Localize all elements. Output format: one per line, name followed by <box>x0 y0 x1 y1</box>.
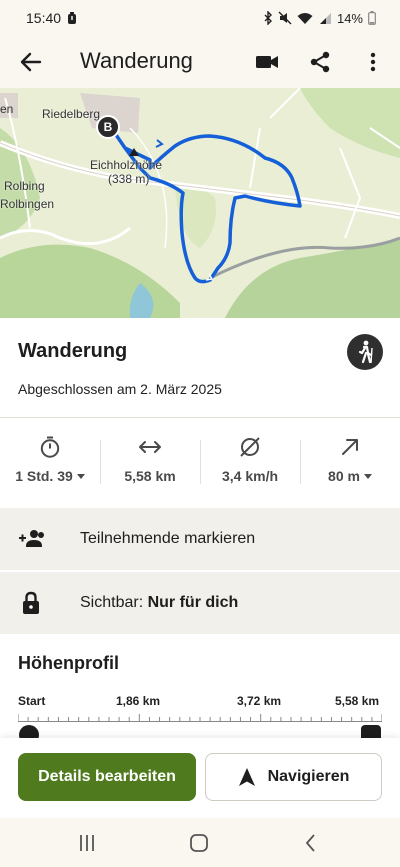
share-icon[interactable] <box>308 50 332 74</box>
status-time: 15:40 <box>26 10 62 26</box>
duration-value: 1 Std. 39 <box>15 468 73 484</box>
more-icon[interactable] <box>361 50 385 74</box>
ascent-stat[interactable]: 80 m <box>300 436 400 494</box>
home-icon[interactable] <box>188 832 210 854</box>
tag-participants-label: Teilnehmende markieren <box>80 530 256 547</box>
axis-label-start: Start <box>18 694 46 708</box>
tour-completed-date: Abgeschlossen am 2. März 2025 <box>18 381 222 397</box>
tour-stats: 1 Std. 39 5,58 km 3,4 km/h 80 m <box>0 436 400 494</box>
wifi-icon <box>297 12 313 24</box>
map-label-elevation: (338 m) <box>108 172 150 186</box>
visibility-row[interactable]: Sichtbar: Nur für dich <box>0 572 400 634</box>
page-title: Wanderung <box>80 48 193 73</box>
distance-stat: 5,58 km <box>100 436 200 494</box>
navigation-arrow-icon <box>238 768 255 786</box>
status-bar: 15:40 14% <box>0 0 400 36</box>
route-end-marker: B <box>96 115 120 139</box>
map-canvas <box>0 88 400 318</box>
add-person-icon <box>19 530 44 547</box>
back-nav-icon[interactable] <box>300 832 322 854</box>
map-label-edge: en <box>0 102 14 116</box>
navigate-button[interactable]: Navigieren <box>205 753 382 801</box>
speed-value: 3,4 km/h <box>221 468 279 484</box>
back-icon[interactable] <box>18 49 44 75</box>
sport-type-button[interactable] <box>347 334 383 370</box>
tag-participants-row[interactable]: Teilnehmende markieren <box>0 508 400 570</box>
speed-stat: 3,4 km/h <box>200 436 300 494</box>
navigate-label: Navigieren <box>267 768 350 785</box>
chevron-down-icon <box>76 473 85 479</box>
route-end-marker-label: B <box>103 120 113 134</box>
video-icon[interactable] <box>255 50 279 74</box>
mute-icon <box>278 11 292 25</box>
distance-arrows-icon <box>139 441 161 453</box>
axis-label-3: 5,58 km <box>335 694 380 708</box>
map-label-rolbingen: Rolbingen <box>0 197 55 211</box>
battery-icon <box>368 11 376 25</box>
bottom-action-bar: Details bearbeiten Navigieren <box>0 738 400 818</box>
elevation-profile-axis-labels: Start 1,86 km 3,72 km 5,58 km <box>18 694 382 710</box>
route-map[interactable]: en Riedelberg Eichholzhöhe (338 m) Rolbi… <box>0 88 400 318</box>
map-label-rolbing: Rolbing <box>4 179 45 193</box>
battery-percent: 14% <box>336 10 363 26</box>
axis-label-1: 1,86 km <box>116 694 161 708</box>
chevron-down-icon <box>363 473 372 479</box>
system-navigation-bar <box>0 818 400 867</box>
divider <box>0 417 400 418</box>
bluetooth-icon <box>264 11 272 25</box>
visibility-label: Sichtbar: Nur für dich <box>80 594 238 612</box>
distance-value: 5,58 km <box>124 468 176 484</box>
elevation-profile-axis <box>18 714 382 722</box>
stopwatch-icon <box>40 436 60 458</box>
tour-title: Wanderung <box>18 340 128 362</box>
ascent-value: 80 m <box>328 468 360 484</box>
map-label-riedelberg: Riedelberg <box>42 107 101 121</box>
signal-icon <box>319 12 331 24</box>
alarm-icon <box>68 11 77 24</box>
hiking-icon <box>358 340 373 364</box>
lock-icon <box>23 591 39 614</box>
edit-details-button[interactable]: Details bearbeiten <box>18 753 196 801</box>
elevation-profile-title: Höhenprofil <box>18 653 119 673</box>
map-label-eichholzhoehe: Eichholzhöhe <box>90 158 163 172</box>
recent-apps-icon[interactable] <box>76 832 98 854</box>
average-speed-icon <box>240 437 260 457</box>
duration-stat[interactable]: 1 Std. 39 <box>0 436 100 494</box>
visibility-prefix: Sichtbar: <box>80 594 144 611</box>
app-bar: Wanderung <box>0 36 400 88</box>
visibility-value: Nur für dich <box>147 594 239 611</box>
axis-label-2: 3,72 km <box>237 694 282 708</box>
ascent-arrow-icon <box>342 439 358 455</box>
